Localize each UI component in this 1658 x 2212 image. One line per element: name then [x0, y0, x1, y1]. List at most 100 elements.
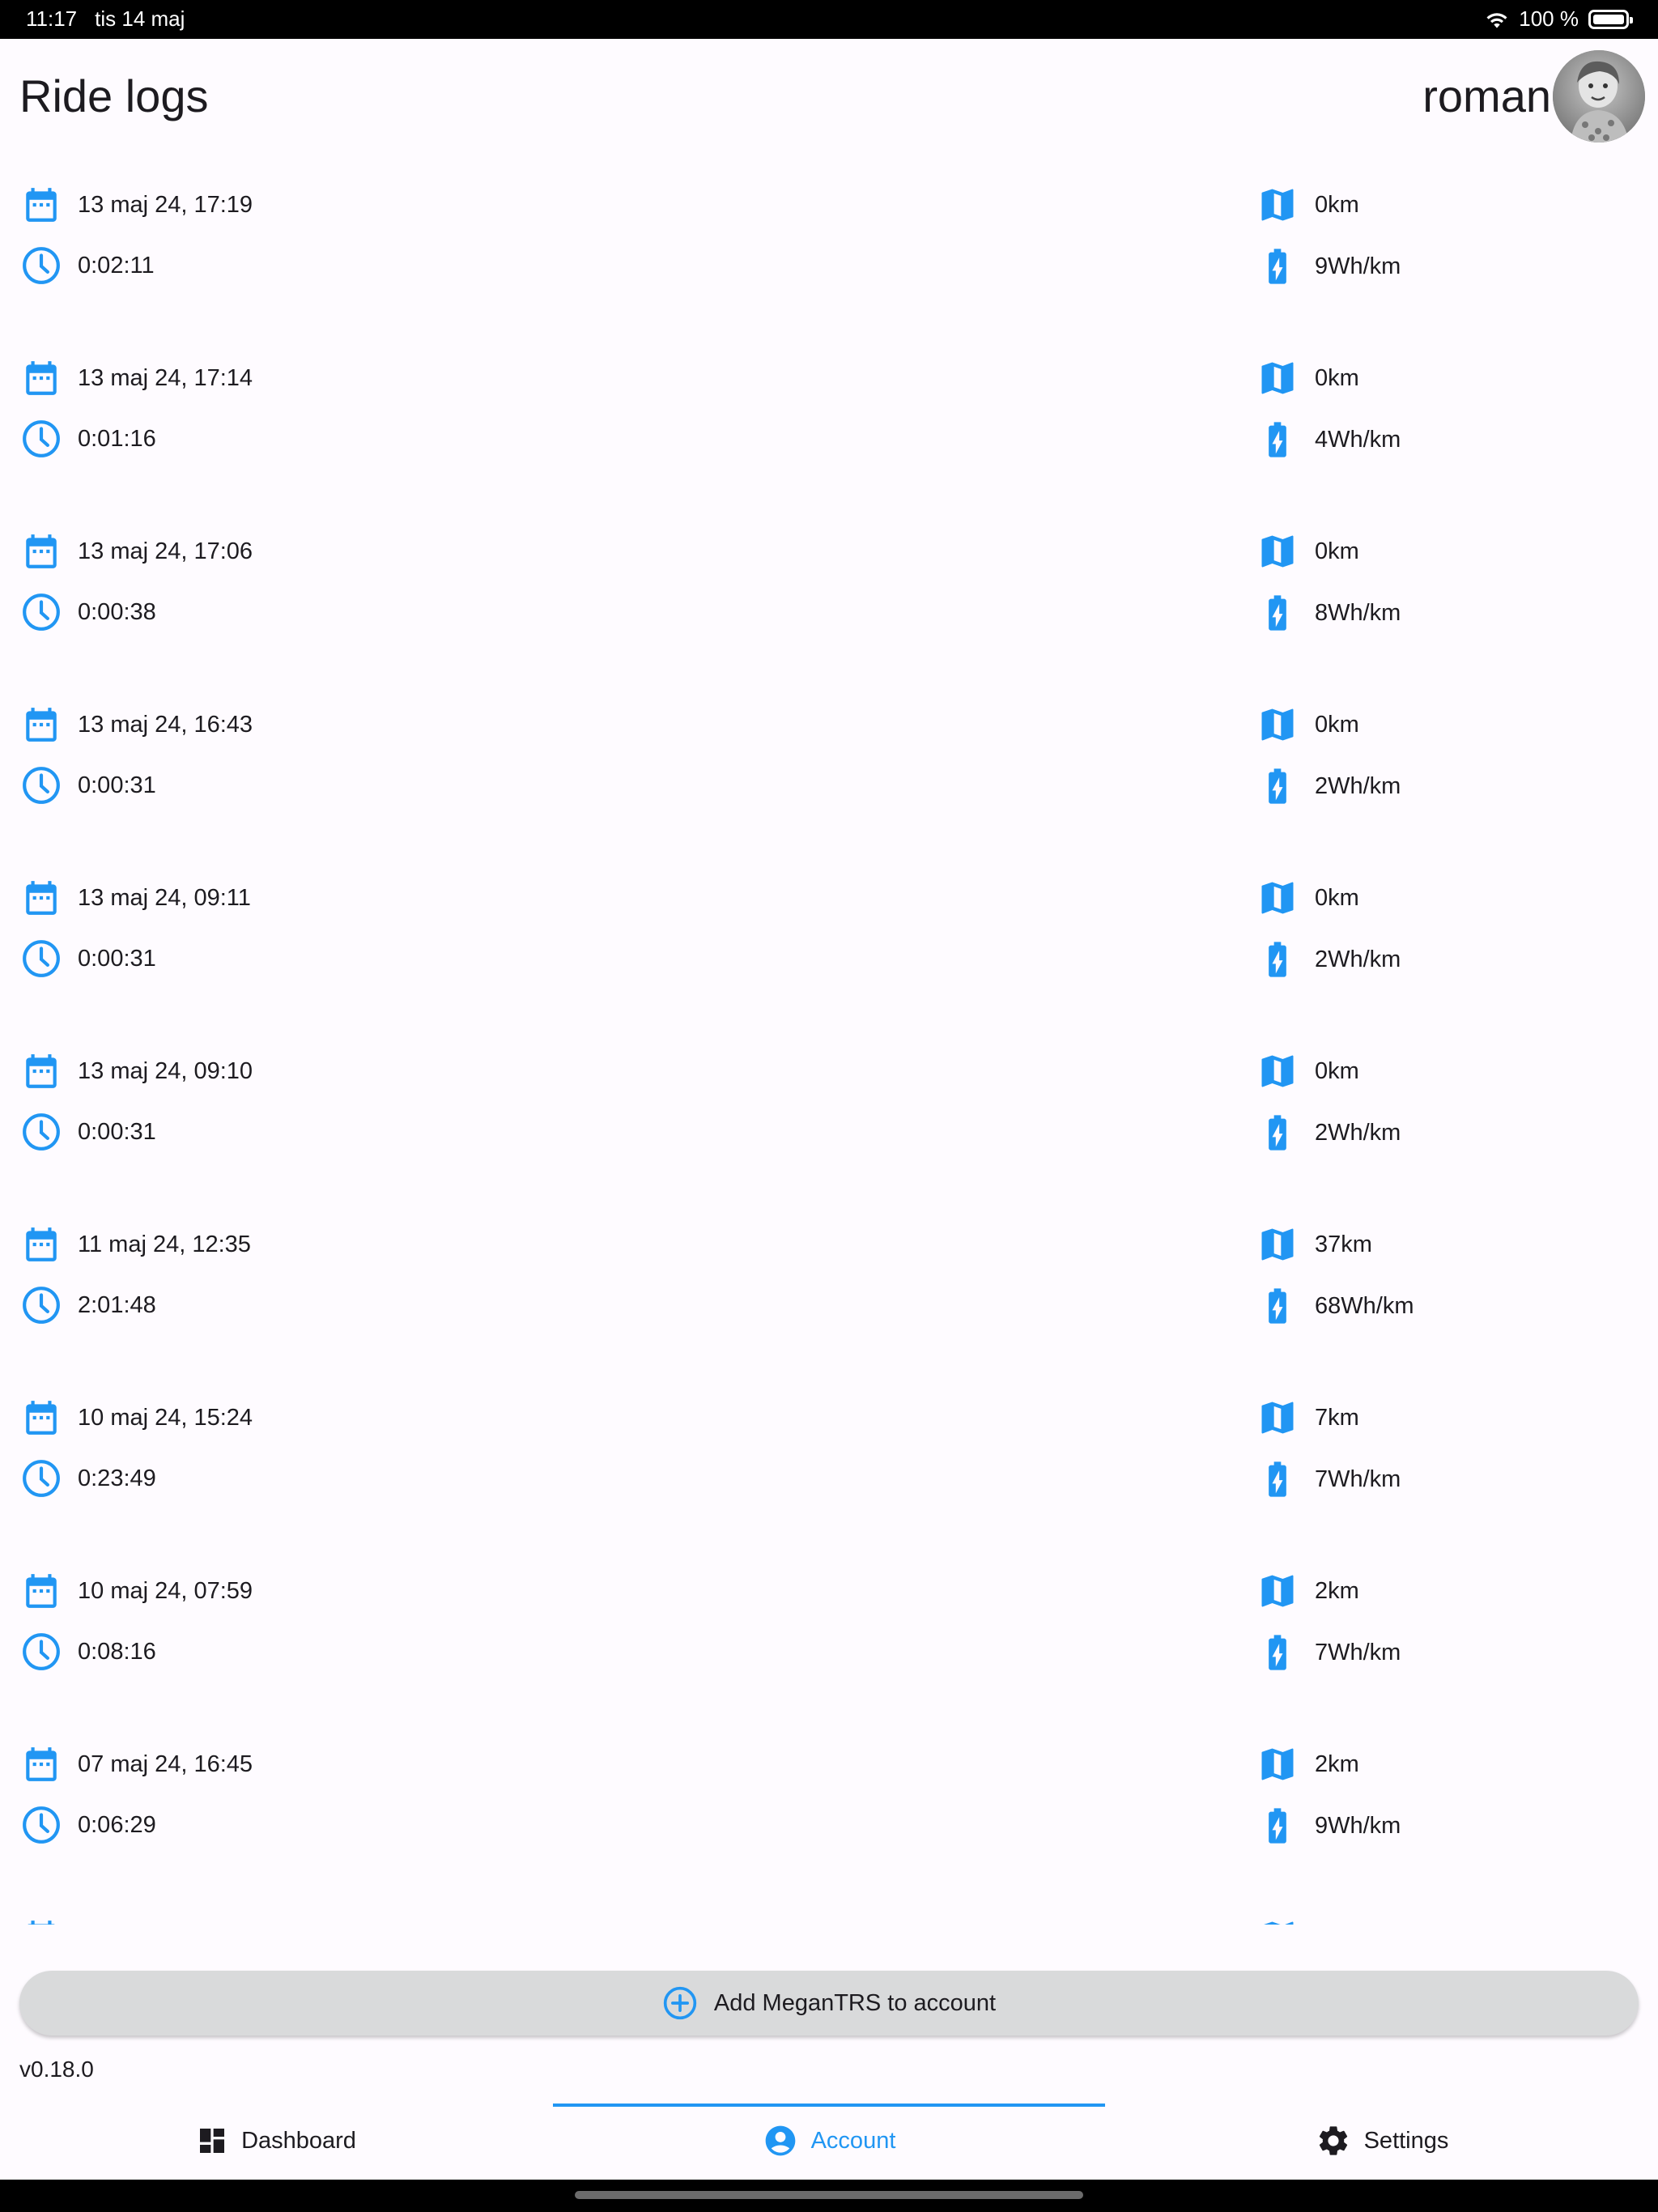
add-device-label: Add MeganTRS to account [713, 1989, 997, 2016]
gear-icon [1319, 2126, 1347, 2155]
tab-settings-label: Settings [1363, 2127, 1449, 2154]
map-icon [1261, 708, 1294, 741]
map-icon [1264, 1921, 1294, 1925]
ride-energy-text: 2Wh/km [1315, 946, 1401, 972]
ride-duration: 0:02:11 [21, 245, 155, 286]
home-indicator[interactable] [575, 2191, 1083, 2199]
ride-energy-text: 2Wh/km [1315, 772, 1401, 799]
ride-date: 13 maj 24, 17:19 [21, 184, 253, 226]
map-icon [1261, 362, 1294, 394]
calendar-icon [26, 708, 57, 742]
battery-percent: 100 % [1519, 6, 1579, 31]
ride-distance-text: 37km [1315, 1231, 1372, 1257]
ride-item[interactable]: 07 maj 24, 16:45 0:06:29 2km 9Wh/km [0, 1733, 1658, 1907]
ride-energy: 2Wh/km [1256, 1112, 1401, 1154]
clock-icon [23, 1460, 60, 1497]
ride-distance-text: 0km [1315, 711, 1359, 738]
ride-distance-text: 0km [1315, 884, 1359, 911]
clock-icon [23, 247, 60, 284]
tab-settings[interactable]: Settings [1106, 2112, 1658, 2170]
ride-item[interactable]: 11 maj 24, 12:35 2:01:48 37km 68Wh/km [0, 1214, 1658, 1387]
ride-duration-text: 0:06:29 [78, 1811, 156, 1838]
calendar-icon [28, 1921, 55, 1925]
ride-duration-text: 0:00:31 [78, 945, 156, 972]
ride-distance-text: 2km [1315, 1577, 1359, 1604]
ride-distance [1256, 1916, 1315, 1925]
calendar-icon [26, 1574, 57, 1608]
ride-energy: 9Wh/km [1256, 245, 1401, 287]
active-tab-indicator [553, 2104, 1105, 2107]
ride-energy-text: 9Wh/km [1315, 1812, 1401, 1839]
ride-energy-text: 68Wh/km [1315, 1292, 1414, 1319]
battery-charging-icon [1269, 1461, 1286, 1497]
ride-distance: 2km [1256, 1570, 1359, 1612]
ride-list[interactable]: 13 maj 24, 17:19 0:02:11 0km 9Wh/km 13 m… [0, 174, 1658, 1925]
map-icon [1261, 1228, 1294, 1261]
ride-distance-text: 2km [1315, 1750, 1359, 1777]
ride-date-text: 13 maj 24, 09:10 [78, 1057, 253, 1084]
ride-date-text: 10 maj 24, 07:59 [78, 1577, 253, 1604]
ride-distance: 0km [1256, 530, 1359, 572]
status-time: 11:17 [26, 6, 78, 31]
map-icon [1261, 1575, 1294, 1607]
ride-duration-text: 0:02:11 [78, 252, 155, 279]
tab-dashboard-label: Dashboard [241, 2127, 356, 2154]
ride-energy: 8Wh/km [1256, 592, 1401, 634]
ride-duration: 2:01:48 [21, 1285, 156, 1325]
ride-item[interactable]: 13 maj 24, 17:19 0:02:11 0km 9Wh/km [0, 174, 1658, 347]
ride-item[interactable]: 13 maj 24, 09:11 0:00:31 0km 2Wh/km [0, 867, 1658, 1040]
calendar-icon [26, 1054, 57, 1088]
ride-distance: 37km [1256, 1223, 1372, 1266]
ride-duration: 0:08:16 [21, 1631, 156, 1672]
ride-duration-text: 0:00:31 [78, 1118, 156, 1145]
ride-date-text: 13 maj 24, 16:43 [78, 711, 253, 738]
ride-item[interactable] [0, 1907, 1658, 1925]
wifi-icon [1486, 12, 1507, 28]
ride-energy: 7Wh/km [1256, 1631, 1401, 1674]
ride-date: 13 maj 24, 16:43 [21, 704, 253, 746]
battery-charging-icon [1269, 249, 1286, 284]
calendar-icon [26, 1747, 57, 1781]
ride-distance: 2km [1256, 1743, 1359, 1785]
add-circle-outline-icon [663, 1986, 697, 2020]
ride-duration-text: 0:00:38 [78, 598, 156, 625]
ride-energy: 4Wh/km [1256, 419, 1401, 461]
ride-duration: 0:00:31 [21, 1112, 156, 1152]
battery-charging-icon [1269, 1115, 1286, 1151]
ride-energy-text: 4Wh/km [1315, 426, 1401, 453]
status-date: tis 14 maj [95, 6, 185, 31]
battery-icon [1588, 9, 1633, 29]
battery-charging-icon [1269, 595, 1286, 631]
ride-item[interactable]: 13 maj 24, 09:10 0:00:31 0km 2Wh/km [0, 1040, 1658, 1214]
ride-item[interactable]: 13 maj 24, 16:43 0:00:31 0km 2Wh/km [0, 694, 1658, 867]
map-icon [1261, 535, 1294, 568]
page-title: Ride logs [19, 70, 209, 121]
ride-item[interactable]: 10 maj 24, 07:59 0:08:16 2km 7Wh/km [0, 1560, 1658, 1733]
status-right: 100 % [1485, 6, 1633, 32]
clock-icon [23, 593, 60, 631]
ride-energy: 7Wh/km [1256, 1458, 1401, 1500]
ride-date-text: 13 maj 24, 17:14 [78, 364, 253, 391]
ride-item[interactable]: 13 maj 24, 17:06 0:00:38 0km 8Wh/km [0, 521, 1658, 694]
ride-energy: 68Wh/km [1256, 1285, 1414, 1327]
tab-account[interactable]: Account [553, 2112, 1105, 2170]
add-device-button[interactable]: Add MeganTRS to account [19, 1971, 1639, 2035]
ride-date: 13 maj 24, 17:14 [21, 357, 253, 399]
clock-icon [23, 940, 60, 977]
ride-distance: 0km [1256, 184, 1359, 226]
ride-item[interactable]: 10 maj 24, 15:24 0:23:49 7km 7Wh/km [0, 1387, 1658, 1560]
ride-energy: 9Wh/km [1256, 1805, 1401, 1847]
ride-energy: 2Wh/km [1256, 938, 1401, 981]
tab-dashboard[interactable]: Dashboard [0, 2112, 552, 2170]
user-name: roman [1422, 70, 1551, 121]
avatar[interactable] [1553, 50, 1645, 143]
calendar-icon [26, 1401, 57, 1435]
ride-date: 10 maj 24, 07:59 [21, 1570, 253, 1612]
ride-date-text: 11 maj 24, 12:35 [78, 1231, 251, 1257]
ride-energy: 2Wh/km [1256, 765, 1401, 807]
battery-charging-icon [1269, 422, 1286, 457]
ride-duration: 0:00:31 [21, 938, 156, 979]
ride-date: 13 maj 24, 09:10 [21, 1050, 253, 1092]
clock-icon [23, 1287, 60, 1324]
ride-item[interactable]: 13 maj 24, 17:14 0:01:16 0km 4Wh/km [0, 347, 1658, 521]
